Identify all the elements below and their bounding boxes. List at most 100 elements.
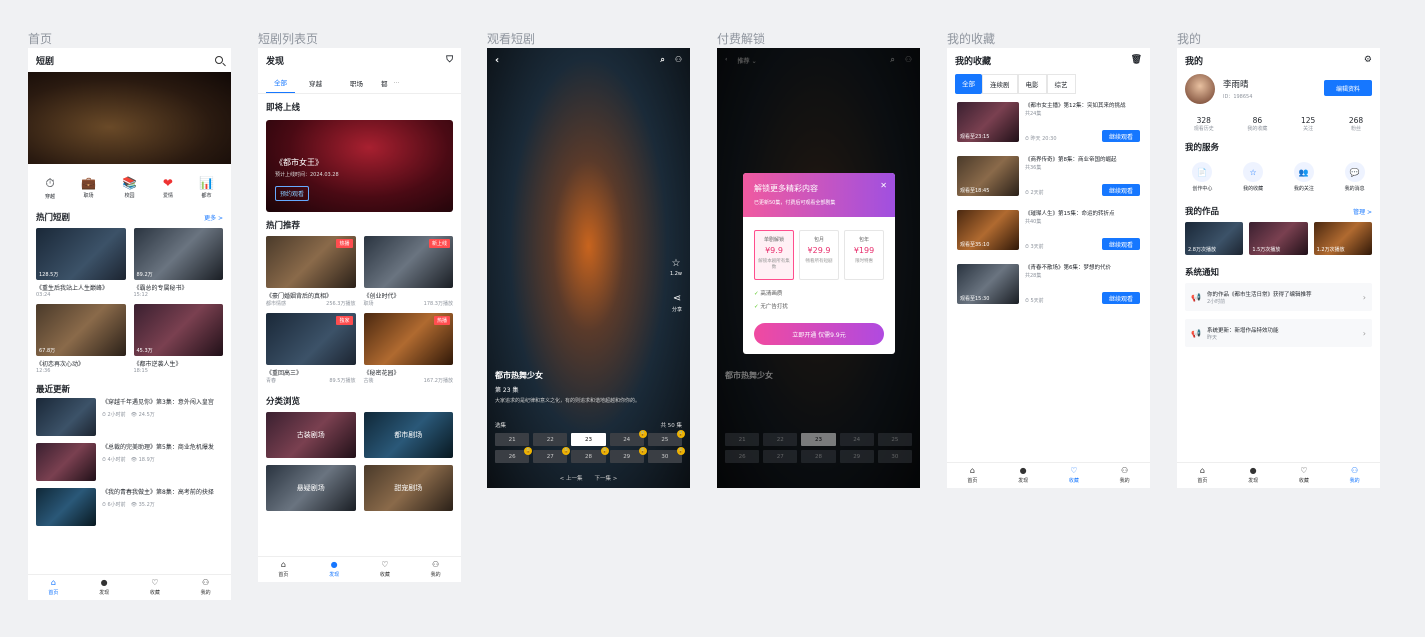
rec-card[interactable]: 热播 《豪门婚姻背后的真相》 都市情感 256.3万播放 xyxy=(266,236,356,307)
tab-home[interactable]: ⌂ 首页 xyxy=(28,575,79,600)
upcoming-banner[interactable]: 《都市女王》 预计上线时间：2024.03.28 预约观看 xyxy=(266,120,453,212)
recent-item[interactable]: 《总裁的完美助理》第5集：商业危机爆发 ⏱ 4小时前 👁 18.9万 xyxy=(36,443,223,481)
cat-card[interactable]: 悬疑剧场 xyxy=(266,465,356,511)
episode-button[interactable]: 26 🔒 xyxy=(495,447,533,463)
episode-button[interactable]: 21 xyxy=(495,433,530,446)
tab-discover[interactable]: ● 发现 xyxy=(309,557,360,582)
close-icon[interactable]: ✕ xyxy=(880,181,887,190)
fav-list: 观看至23:15 《都市女主播》第12集：突如其来的挑战 共24集 ⏱ 昨天 20:3… xyxy=(947,96,1150,310)
more-icon[interactable]: ··· xyxy=(392,74,402,92)
episode-button[interactable]: 27 🔒 xyxy=(533,447,571,463)
avatar[interactable] xyxy=(1185,74,1215,104)
edit-profile-button[interactable]: 编辑资料 xyxy=(1324,80,1372,96)
episode-button[interactable]: 25 🔒 xyxy=(647,430,685,446)
tab-movie[interactable]: 电影 xyxy=(1017,74,1047,94)
work-card[interactable]: 1.5万次播放 xyxy=(1249,222,1308,255)
tab-home[interactable]: ⌂ 首页 xyxy=(947,463,998,488)
tab-all[interactable]: 全部 xyxy=(266,72,295,93)
fav-item[interactable]: 观看至15:30 《青春不散场》第6集：梦想的代价 共28集 ⏱ 5天前 继续观看 xyxy=(957,264,1140,304)
like-button[interactable]: ☆ 1.2w xyxy=(670,258,682,277)
continue-button[interactable]: 继续观看 xyxy=(1102,238,1140,250)
category-item[interactable]: 💼 职场 xyxy=(81,176,96,200)
plan-card-selected[interactable]: 单剧解锁 ¥9.9 解锁本剧所有集数 xyxy=(754,230,794,280)
tab-favorites[interactable]: ♡ 收藏 xyxy=(1279,463,1330,488)
tab-discover[interactable]: ● 发现 xyxy=(79,575,130,600)
gear-icon[interactable]: ⚙ xyxy=(1364,55,1372,65)
service-item[interactable]: 👥 我的关注 xyxy=(1293,162,1314,192)
stat-item[interactable]: 328 观看历史 xyxy=(1194,116,1214,132)
reserve-button[interactable]: 预约观看 xyxy=(275,186,310,201)
tab-favorites[interactable]: ♡ 收藏 xyxy=(1049,463,1100,488)
stat-item[interactable]: 125 关注 xyxy=(1301,116,1315,132)
tab-discover[interactable]: ● 发现 xyxy=(998,463,1049,488)
rec-card[interactable]: 热播 《秘密花园》 古装 167.2万播放 xyxy=(363,313,453,384)
tab-all[interactable]: 全部 xyxy=(955,74,982,94)
work-card[interactable]: 2.8万次播放 xyxy=(1185,222,1244,255)
tab-me[interactable]: ⚇ 我的 xyxy=(1329,463,1380,488)
episode-button[interactable]: 22 xyxy=(533,433,568,446)
recent-item[interactable]: 《穿越千年遇见你》第3集：意外闯入皇宫 ⏱ 2小时前 👁 24.5万 xyxy=(36,398,223,436)
continue-button[interactable]: 继续观看 xyxy=(1102,130,1140,142)
stat-item[interactable]: 86 我的收藏 xyxy=(1247,116,1267,132)
trash-icon[interactable]: 🗑 xyxy=(1131,55,1142,65)
rec-card[interactable]: 独家 《重回高三》 青春 89.5万播放 xyxy=(266,313,356,384)
tab-time-travel[interactable]: 穿越 xyxy=(295,73,336,93)
hot-card[interactable]: 67.8万 《初恋再次心动》 12:36 xyxy=(36,304,126,374)
stat-item[interactable]: 268 粉丝 xyxy=(1349,116,1363,132)
filter-icon[interactable]: ⛉ xyxy=(446,55,453,65)
notice-item[interactable]: 📢 你的作品《都市生活日常》获得了编辑推荐 2小时前 › xyxy=(1185,283,1372,311)
continue-button[interactable]: 继续观看 xyxy=(1102,292,1140,304)
hot-card[interactable]: 128.5万 《重生后我站上人生巅峰》 03:24 xyxy=(36,228,126,298)
episode-button[interactable]: 29 🔒 xyxy=(609,447,647,463)
tab-home[interactable]: ⌂ 首页 xyxy=(258,557,309,582)
back-icon[interactable]: ‹ xyxy=(495,55,499,66)
fav-item[interactable]: 观看至35:10 《璀璨人生》第15集：命运的转折点 共40集 ⏱ 3天前 继续观看 xyxy=(957,210,1140,250)
episode-button-current[interactable]: 23 xyxy=(571,433,606,446)
cat-card[interactable]: 甜宠剧场 xyxy=(363,465,453,511)
work-card[interactable]: 1.2万次播放 xyxy=(1313,222,1372,255)
category-item[interactable]: ❤ 爱情 xyxy=(163,176,173,200)
plan-card[interactable]: 包年 ¥199 限时特惠 xyxy=(844,230,884,280)
fav-item[interactable]: 观看至23:15 《都市女主播》第12集：突如其来的挑战 共24集 ⏱ 昨天 20:3… xyxy=(957,102,1140,142)
cat-card[interactable]: 都市剧场 xyxy=(363,412,453,458)
tab-workplace[interactable]: 职场 xyxy=(336,73,377,93)
episode-button[interactable]: 24 🔒 xyxy=(609,430,647,446)
hot-card[interactable]: 45.3万 《都市逆袭人生》 18:15 xyxy=(133,304,223,374)
search-icon[interactable]: ⌕ xyxy=(660,55,664,65)
recent-item[interactable]: 《我的青春我做主》第8集：高考前的抉择 ⏱ 6小时前 👁 35.2万 xyxy=(36,488,223,526)
tab-discover[interactable]: ● 发现 xyxy=(1228,463,1279,488)
cat-card[interactable]: 古装剧场 xyxy=(266,412,356,458)
episode-button[interactable]: 30 🔒 xyxy=(647,447,685,463)
share-button[interactable]: ⋖ 分享 xyxy=(672,293,682,313)
episode-button[interactable]: 28 🔒 xyxy=(571,447,609,463)
service-item[interactable]: ☆ 我的收藏 xyxy=(1243,162,1263,192)
pay-button[interactable]: 立即开通 仅需9.9元 xyxy=(754,323,884,345)
tab-series[interactable]: 连续剧 xyxy=(982,74,1018,94)
tab-favorites[interactable]: ♡ 收藏 xyxy=(360,557,411,582)
notice-item[interactable]: 📢 系统更新：新增作品特效功能 昨天 › xyxy=(1185,319,1372,347)
rec-card[interactable]: 新上线 《创业时代》 职场 178.3万播放 xyxy=(363,236,453,307)
fav-item[interactable]: 观看至18:45 《商界传奇》第8集：商业帝国的崛起 共36集 ⏱ 2天前 继续观看 xyxy=(957,156,1140,196)
category-item[interactable]: 📚 校园 xyxy=(122,176,137,200)
next-episode-button[interactable]: 下一集 > xyxy=(595,474,618,482)
user-icon[interactable]: ⚇ xyxy=(675,55,682,65)
tab-me[interactable]: ⚇ 我的 xyxy=(410,557,461,582)
tab-home[interactable]: ⌂ 首页 xyxy=(1177,463,1228,488)
plan-card[interactable]: 包月 ¥29.9 畅看所有短剧 xyxy=(799,230,839,280)
service-item[interactable]: 💬 我的消息 xyxy=(1344,162,1365,192)
service-item[interactable]: 📄 创作中心 xyxy=(1192,162,1212,192)
category-item[interactable]: 📊 都市 xyxy=(199,176,214,200)
continue-button[interactable]: 继续观看 xyxy=(1102,184,1140,196)
search-icon[interactable] xyxy=(215,56,223,64)
manage-link[interactable]: 管理 > xyxy=(1353,207,1372,216)
more-link[interactable]: 更多 > xyxy=(204,213,223,222)
prev-episode-button[interactable]: < 上一集 xyxy=(560,474,583,482)
tab-me[interactable]: ⚇ 我的 xyxy=(180,575,231,600)
tab-favorites[interactable]: ♡ 收藏 xyxy=(130,575,181,600)
tab-me[interactable]: ⚇ 我的 xyxy=(1099,463,1150,488)
tab-city[interactable]: 都 xyxy=(377,73,392,93)
category-item[interactable]: ⏱ 穿越 xyxy=(45,176,55,200)
tab-variety[interactable]: 综艺 xyxy=(1046,74,1076,94)
home-banner[interactable] xyxy=(28,72,231,164)
hot-card[interactable]: 89.2万 《霸总的专属秘书》 15:12 xyxy=(133,228,223,298)
